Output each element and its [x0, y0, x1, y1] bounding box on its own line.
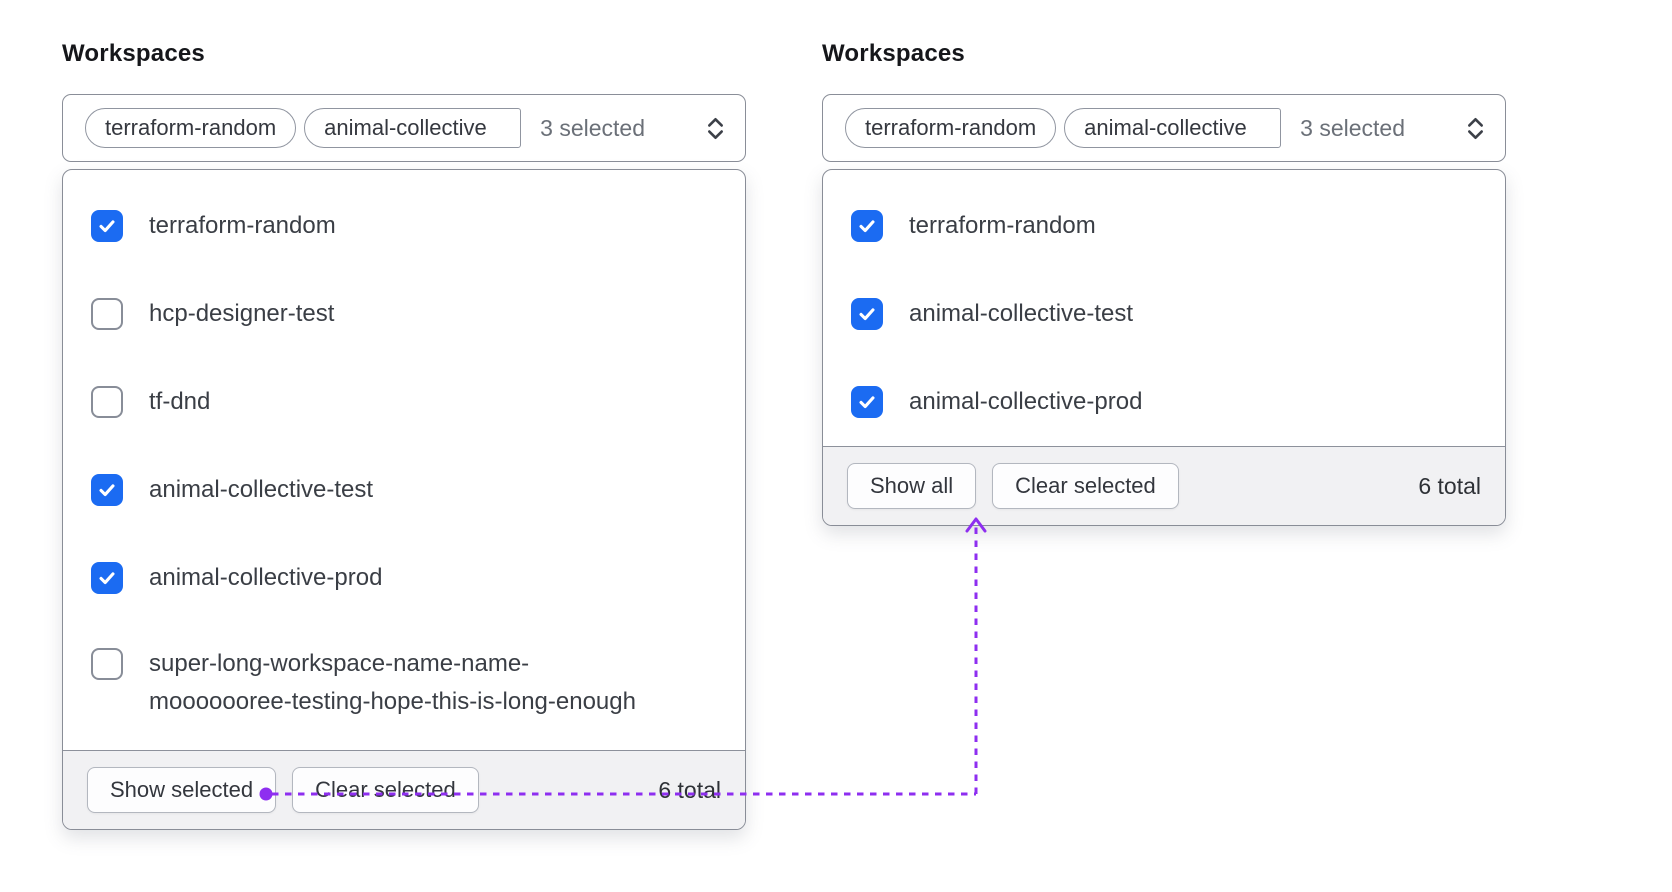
clear-selected-button[interactable]: Clear selected	[992, 463, 1179, 509]
list-item: animal-collective-prod	[823, 358, 1505, 446]
item-label[interactable]: animal-collective-prod	[909, 383, 1142, 421]
check-icon	[99, 572, 115, 585]
selected-count-text: 3 selected	[1300, 114, 1406, 141]
item-label[interactable]: animal-collective-test	[909, 295, 1133, 333]
checkbox[interactable]	[91, 648, 123, 680]
workspaces-select-trigger[interactable]: terraform-random animal-collective 3 sel…	[62, 94, 746, 162]
selected-pill-truncated: animal-collective	[1064, 108, 1282, 148]
selected-pill-truncated: animal-collective	[304, 108, 522, 148]
checkbox[interactable]	[91, 474, 123, 506]
check-icon	[99, 220, 115, 233]
list-item: terraform-random	[823, 182, 1505, 270]
checkbox[interactable]	[91, 298, 123, 330]
workspaces-field-label: Workspaces	[822, 40, 965, 67]
clear-selected-button[interactable]: Clear selected	[292, 767, 479, 813]
canvas: Workspaces terraform-random animal-colle…	[0, 0, 1672, 892]
listbox-footer: Show all Clear selected 6 total	[823, 446, 1505, 525]
item-label[interactable]: animal-collective-prod	[149, 559, 382, 597]
total-count: 6 total	[658, 776, 721, 803]
workspace-option-list: terraform-random hcp-designer-test tf-dn…	[63, 170, 745, 750]
list-item: animal-collective-test	[63, 446, 745, 534]
item-label[interactable]: terraform-random	[909, 207, 1096, 245]
selected-pill: terraform-random	[845, 108, 1057, 148]
selected-pill: terraform-random	[85, 108, 297, 148]
item-label[interactable]: animal-collective-test	[149, 471, 373, 509]
list-item: super-long-workspace-name-name- moooooor…	[63, 622, 745, 750]
item-label[interactable]: tf-dnd	[149, 383, 210, 421]
check-icon	[859, 308, 875, 321]
item-label[interactable]: super-long-workspace-name-name- moooooor…	[149, 645, 636, 721]
check-icon	[859, 396, 875, 409]
list-item: tf-dnd	[63, 358, 745, 446]
selected-count-text: 3 selected	[540, 114, 646, 141]
workspaces-select-trigger[interactable]: terraform-random animal-collective 3 sel…	[822, 94, 1506, 162]
workspace-option-list: terraform-random animal-collective-test …	[823, 170, 1505, 446]
list-item: hcp-designer-test	[63, 270, 745, 358]
list-item: animal-collective-prod	[63, 534, 745, 622]
workspaces-dropdown-panel: terraform-random hcp-designer-test tf-dn…	[62, 169, 746, 830]
show-selected-button[interactable]: Show selected	[87, 767, 277, 813]
workspaces-multiselect-before: Workspaces terraform-random animal-colle…	[62, 40, 746, 830]
checkbox[interactable]	[851, 298, 883, 330]
show-all-button[interactable]: Show all	[847, 463, 977, 509]
total-count: 6 total	[1418, 472, 1481, 499]
check-icon	[99, 484, 115, 497]
list-item: animal-collective-test	[823, 270, 1505, 358]
chevron-up-down-icon[interactable]	[702, 115, 729, 142]
workspaces-multiselect-after: Workspaces terraform-random animal-colle…	[822, 40, 1506, 526]
chevron-up-down-icon[interactable]	[1462, 115, 1489, 142]
checkbox[interactable]	[91, 210, 123, 242]
checkbox[interactable]	[91, 386, 123, 418]
list-item: terraform-random	[63, 182, 745, 270]
workspaces-field-label: Workspaces	[62, 40, 205, 67]
item-label[interactable]: hcp-designer-test	[149, 295, 334, 333]
checkbox[interactable]	[91, 562, 123, 594]
check-icon	[859, 220, 875, 233]
item-label[interactable]: terraform-random	[149, 207, 336, 245]
workspaces-dropdown-panel: terraform-random animal-collective-test …	[822, 169, 1506, 526]
listbox-footer: Show selected Clear selected 6 total	[63, 750, 745, 829]
checkbox[interactable]	[851, 210, 883, 242]
checkbox[interactable]	[851, 386, 883, 418]
